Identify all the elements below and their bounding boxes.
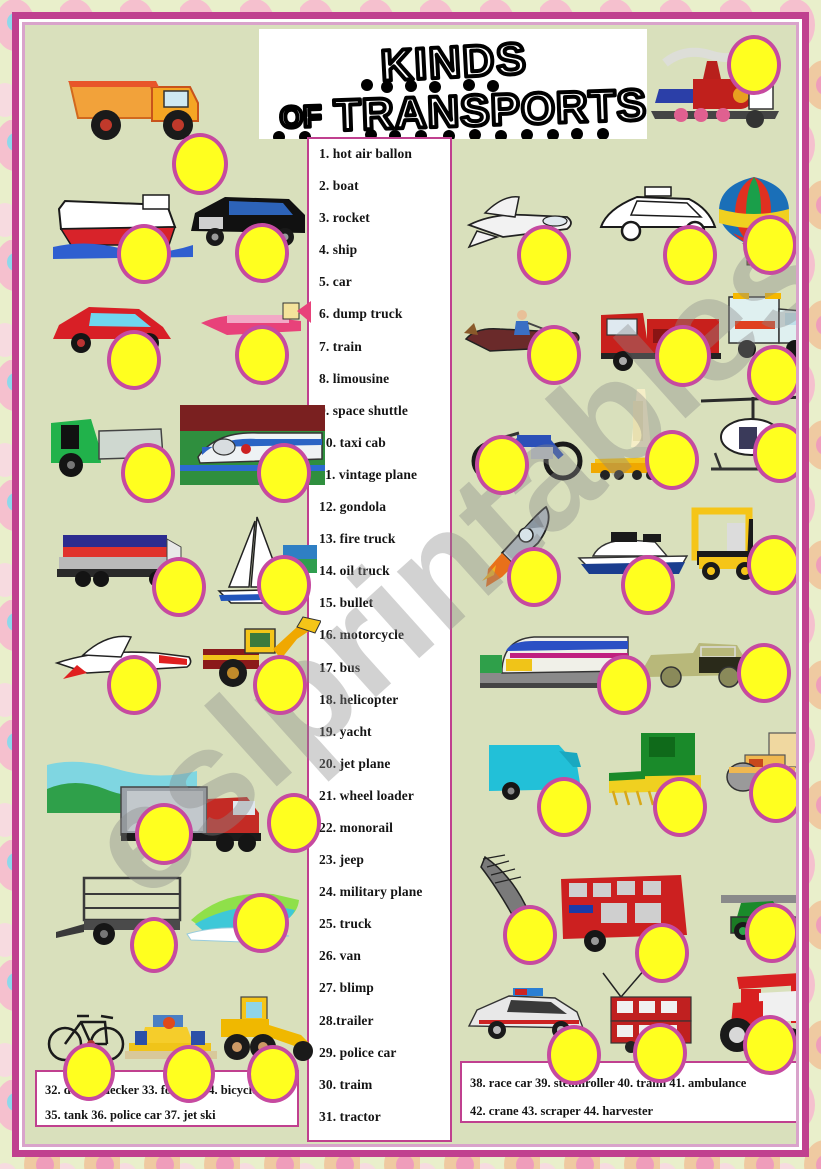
answer-circle[interactable]: [130, 917, 178, 973]
worksheet-canvas: KINDS OF TRANSPORTS 1. hot air ballon 2.…: [25, 25, 796, 1144]
answer-circle[interactable]: [507, 547, 561, 607]
answer-circle[interactable]: [547, 1025, 601, 1085]
answer-circle[interactable]: [253, 655, 307, 715]
bottom-right-line-1: 38. race car 39. steamroller 40. traim 4…: [470, 1076, 747, 1090]
answer-circle[interactable]: [517, 225, 571, 285]
answer-circle[interactable]: [633, 1023, 687, 1083]
answer-circle[interactable]: [235, 223, 289, 283]
list-item: 5. car: [319, 274, 352, 290]
title-word-kinds: KINDS: [380, 34, 529, 91]
answer-circle[interactable]: [645, 430, 699, 490]
list-item: 24. military plane: [319, 884, 423, 900]
list-item: 26. van: [319, 948, 361, 964]
list-item: 4. ship: [319, 242, 358, 258]
answer-circle[interactable]: [235, 325, 289, 385]
bottom-left-line-2: 35. tank 36. police car 37. jet ski: [45, 1108, 216, 1122]
answer-circle[interactable]: [163, 1045, 215, 1103]
answer-circle[interactable]: [743, 1015, 796, 1075]
bottom-right-word-box: 38. race car 39. steamroller 40. traim 4…: [460, 1061, 796, 1123]
list-item: 1. hot air ballon: [319, 146, 412, 161]
answer-circle[interactable]: [743, 215, 796, 275]
answer-circle[interactable]: [267, 793, 321, 853]
list-item: 15. bullet: [319, 595, 374, 611]
list-item: 12. gondola: [319, 499, 387, 515]
picture-dump-truck: [60, 63, 240, 148]
answer-circle[interactable]: [727, 35, 781, 95]
answer-circle[interactable]: [152, 557, 206, 617]
answer-circle[interactable]: [747, 535, 796, 595]
worksheet-title: KINDS OF TRANSPORTS: [259, 29, 647, 139]
list-item: 13. fire truck: [319, 531, 396, 547]
list-item: 17. bus: [319, 659, 361, 675]
answer-circle[interactable]: [117, 224, 171, 284]
answer-circle[interactable]: [135, 803, 193, 865]
list-item: 8. limousine: [319, 370, 390, 386]
list-item: 10. taxi cab: [319, 434, 386, 450]
list-item: 30. traim: [319, 1076, 373, 1092]
answer-circle[interactable]: [247, 1045, 299, 1103]
answer-circle[interactable]: [527, 325, 581, 385]
vocabulary-word-list: 1. hot air ballon 2. boat 3. rocket 4. s…: [307, 137, 452, 1142]
answer-circle[interactable]: [737, 643, 791, 703]
bottom-right-line-2: 42. crane 43. scraper 44. harvester: [470, 1104, 654, 1118]
answer-circle[interactable]: [749, 763, 796, 823]
answer-circle[interactable]: [503, 905, 557, 965]
list-item: 25. truck: [319, 916, 372, 932]
list-item: 2. boat: [319, 178, 359, 194]
answer-circle[interactable]: [233, 893, 289, 953]
list-item: 22. monorail: [319, 819, 393, 835]
list-item: 21. wheel loader: [319, 787, 414, 803]
title-word-of: OF: [279, 100, 322, 134]
answer-circle[interactable]: [635, 923, 689, 983]
answer-circle[interactable]: [63, 1043, 115, 1101]
title-graphic: KINDS OF TRANSPORTS: [273, 32, 647, 139]
answer-circle[interactable]: [653, 777, 707, 837]
answer-circle[interactable]: [107, 655, 161, 715]
answer-circle[interactable]: [121, 443, 175, 503]
answer-circle[interactable]: [537, 777, 591, 837]
answer-circle[interactable]: [745, 903, 796, 963]
list-item: 3. rocket: [319, 210, 370, 226]
list-item: 28.trailer: [319, 1012, 374, 1028]
answer-circle[interactable]: [257, 443, 311, 503]
list-item: 16. motorcycle: [319, 627, 405, 643]
list-item: 18. helicopter: [319, 691, 399, 707]
list-item: 29. police car: [319, 1044, 397, 1060]
answer-circle[interactable]: [597, 655, 651, 715]
answer-circle[interactable]: [663, 225, 717, 285]
answer-circle[interactable]: [172, 133, 228, 195]
answer-circle[interactable]: [747, 345, 796, 405]
answer-circle[interactable]: [475, 435, 529, 495]
list-item: 23. jeep: [319, 852, 365, 868]
list-item: 14. oil truck: [319, 563, 390, 579]
answer-circle[interactable]: [257, 555, 311, 615]
list-item: 19. yacht: [319, 723, 372, 739]
answer-circle[interactable]: [655, 325, 711, 387]
answer-circle[interactable]: [107, 330, 161, 390]
list-item: 9. space shuttle: [319, 402, 408, 418]
list-item: 11. vintage plane: [319, 466, 418, 482]
list-item: 7. train: [319, 338, 362, 354]
list-item: 6. dump truck: [319, 306, 403, 322]
list-item: 20. jet plane: [319, 755, 391, 771]
worksheet-page: KINDS OF TRANSPORTS 1. hot air ballon 2.…: [0, 0, 821, 1169]
list-item: 27. blimp: [319, 980, 374, 996]
answer-circle[interactable]: [621, 555, 675, 615]
list-item: 31. tractor: [319, 1108, 381, 1124]
